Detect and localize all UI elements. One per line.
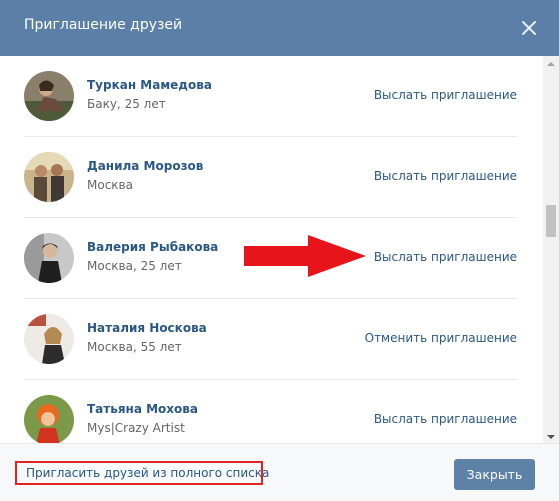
avatar[interactable] [24,395,74,443]
send-invite-link[interactable]: Выслать приглашение [374,169,517,183]
send-invite-link[interactable]: Выслать приглашение [374,412,517,426]
dialog-footer: Пригласить друзей из полного списка Закр… [0,443,559,501]
friend-name[interactable]: Данила Морозов [87,159,203,173]
send-invite-link[interactable]: Выслать приглашение [374,88,517,102]
close-icon[interactable] [515,14,543,42]
friend-name[interactable]: Татьяна Мохова [87,402,198,416]
cancel-invite-link[interactable]: Отменить приглашение [365,331,517,345]
invite-from-full-list-link[interactable]: Пригласить друзей из полного списка [26,466,269,480]
dialog-header: Приглашение друзей [0,0,559,56]
send-invite-link[interactable]: Выслать приглашение [374,250,517,264]
friend-name[interactable]: Валерия Рыбакова [87,240,218,254]
avatar[interactable] [24,233,74,283]
list-item: Данила Морозов Москва Выслать приглашени… [24,137,517,218]
friend-info: Mys|Crazy Artist [87,421,185,435]
friend-info: Москва [87,178,133,192]
list-item: Туркан Мамедова Баку, 25 лет Выслать при… [24,56,517,137]
scroll-down-arrow-icon[interactable] [543,429,559,443]
dialog-title: Приглашение друзей [24,17,183,33]
red-arrow-annotation [242,233,368,283]
list-item: Наталия Носкова Москва, 55 лет Отменить … [24,299,517,380]
scroll-up-arrow-icon[interactable] [543,56,559,70]
friend-info: Баку, 25 лет [87,97,166,111]
highlight-box: Пригласить друзей из полного списка [15,461,269,485]
friend-info: Москва, 55 лет [87,340,182,354]
close-button[interactable]: Закрыть [454,459,535,490]
avatar[interactable] [24,152,74,202]
scroll-thumb[interactable] [546,205,556,237]
avatar[interactable] [24,314,74,364]
list-item: Татьяна Мохова Mys|Crazy Artist Выслать … [24,380,517,443]
avatar[interactable] [24,71,74,121]
friend-info: Москва, 25 лет [87,259,182,273]
friend-name[interactable]: Наталия Носкова [87,321,207,335]
scrollbar[interactable] [543,56,559,443]
friend-name[interactable]: Туркан Мамедова [87,78,212,92]
